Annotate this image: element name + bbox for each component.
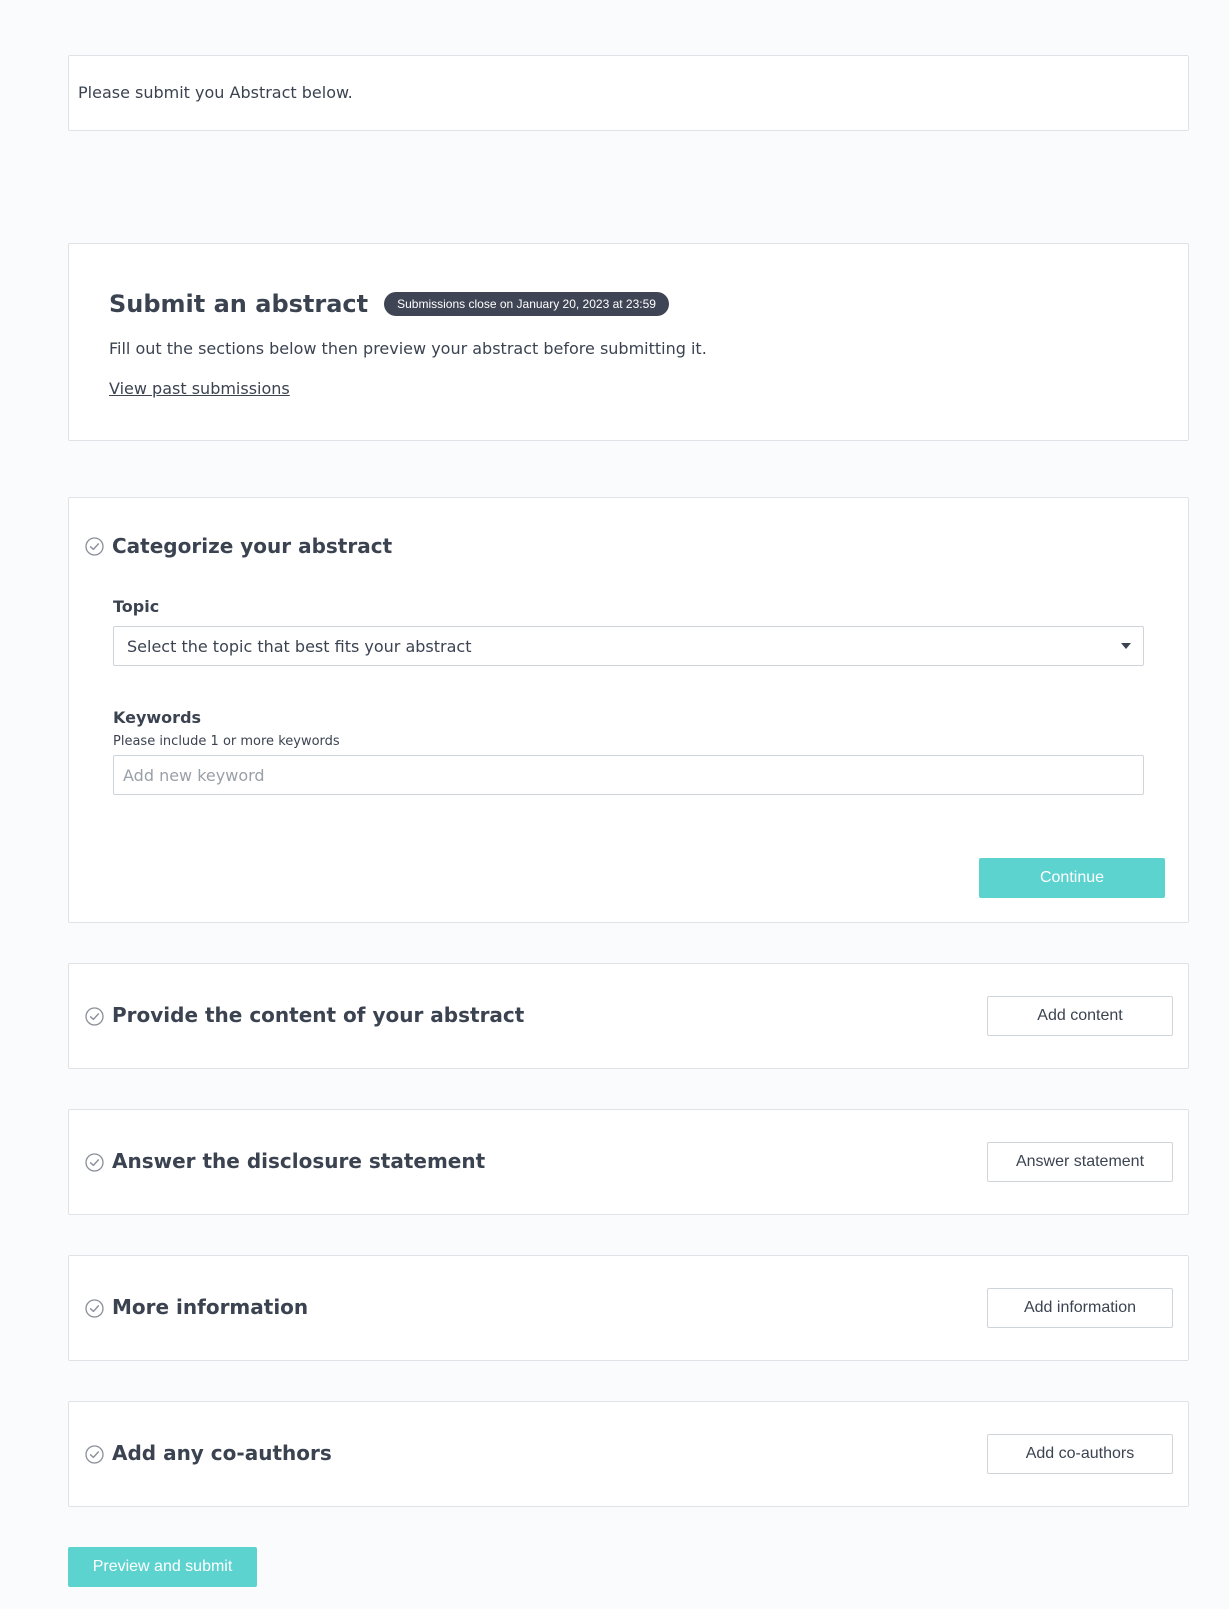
disclosure-section-title: Answer the disclosure statement [112,1149,486,1173]
deadline-badge: Submissions close on January 20, 2023 at… [384,292,669,316]
intro-notice-text: Please submit you Abstract below. [78,83,353,102]
answer-statement-button[interactable]: Answer statement [987,1142,1173,1182]
topic-label: Topic [113,597,160,616]
check-circle-icon [85,1007,104,1026]
topic-select[interactable]: Select the topic that best fits your abs… [113,626,1144,666]
check-circle-icon [85,1445,104,1464]
coauthors-section-title: Add any co-authors [112,1441,332,1465]
check-circle-icon [85,1299,104,1318]
categorize-title: Categorize your abstract [112,534,393,558]
abstract-submission-page: Please submit you Abstract below. Submit… [0,0,1229,1609]
content-section-title: Provide the content of your abstract [112,1003,525,1027]
submission-header: Submit an abstract Submissions close on … [68,243,1189,441]
caret-down-icon [1121,643,1131,649]
intro-notice: Please submit you Abstract below. [68,55,1189,131]
page-title: Submit an abstract [109,290,369,318]
header-title-row: Submit an abstract Submissions close on … [109,290,669,318]
disclosure-section: Answer the disclosure statement Answer s… [68,1109,1189,1215]
keywords-hint: Please include 1 or more keywords [113,734,340,749]
preview-and-submit-button[interactable]: Preview and submit [68,1547,257,1587]
content-section: Provide the content of your abstract Add… [68,963,1189,1069]
keywords-label: Keywords [113,708,202,727]
check-circle-icon [85,1153,104,1172]
topic-select-value: Select the topic that best fits your abs… [127,637,472,656]
more-information-title: More information [112,1295,309,1319]
header-description: Fill out the sections below then preview… [109,339,707,358]
check-circle-icon [85,537,104,556]
coauthors-section: Add any co-authors Add co-authors [68,1401,1189,1507]
add-information-button[interactable]: Add information [987,1288,1173,1328]
add-content-button[interactable]: Add content [987,996,1173,1036]
continue-button[interactable]: Continue [979,858,1165,898]
add-coauthors-button[interactable]: Add co-authors [987,1434,1173,1474]
more-information-section: More information Add information [68,1255,1189,1361]
view-past-submissions-link[interactable]: View past submissions [109,379,290,398]
keyword-input[interactable] [113,755,1144,795]
categorize-section: Categorize your abstract Topic Select th… [68,497,1189,923]
